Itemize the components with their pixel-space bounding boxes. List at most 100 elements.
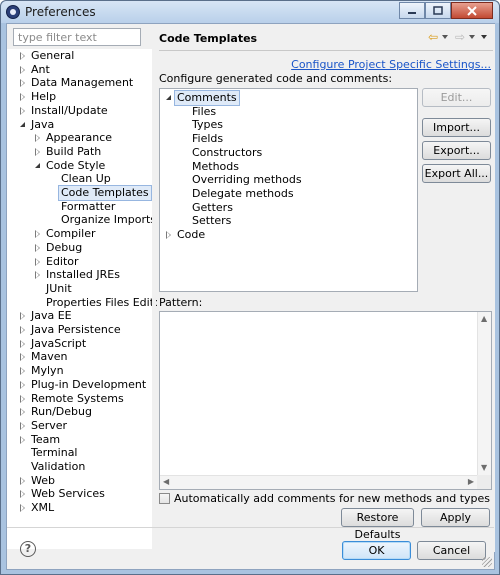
nav-label: Data Management — [31, 76, 134, 90]
nav-label: XML — [31, 501, 55, 515]
collapsed-arrow-icon[interactable] — [20, 435, 25, 444]
export-all-button[interactable]: Export All... — [422, 164, 491, 183]
collapsed-arrow-icon[interactable] — [20, 353, 25, 362]
template-label: Methods — [192, 159, 239, 173]
nav-label: Java EE — [31, 309, 72, 323]
dialog-content: General Ant Data Management Help Install/Upd… — [6, 23, 495, 570]
apply-button[interactable]: Apply — [421, 508, 490, 527]
nav-label: Remote Systems — [31, 391, 124, 405]
title-separator — [159, 50, 493, 51]
nav-label: Validation — [31, 460, 86, 473]
cancel-button[interactable]: Cancel — [417, 541, 486, 560]
collapsed-arrow-icon[interactable] — [20, 394, 25, 403]
nav-label: Run/Debug — [31, 405, 92, 419]
collapsed-arrow-icon[interactable] — [20, 312, 25, 321]
scroll-down-icon[interactable]: ▼ — [481, 464, 487, 472]
collapsed-arrow-icon[interactable] — [35, 243, 40, 252]
scroll-up-icon[interactable]: ▲ — [481, 315, 487, 323]
expanded-arrow-icon[interactable] — [166, 95, 171, 100]
vertical-scrollbar[interactable]: ▲ ▼ — [477, 312, 491, 475]
collapsed-arrow-icon[interactable] — [35, 230, 40, 239]
collapsed-arrow-icon[interactable] — [20, 339, 25, 348]
forward-arrow-icon[interactable]: ⇨ — [453, 31, 467, 43]
scroll-left-icon[interactable]: ◀ — [163, 478, 169, 486]
collapsed-arrow-icon[interactable] — [20, 421, 25, 430]
window-controls — [399, 2, 493, 19]
nav-label: Ant — [31, 62, 50, 76]
nav-label: Team — [31, 432, 61, 446]
maximize-button[interactable] — [425, 2, 451, 19]
eclipse-icon — [6, 5, 20, 19]
template-label: Comments — [174, 90, 240, 106]
nav-label: Appearance — [46, 131, 113, 145]
view-menu-icon[interactable] — [481, 35, 487, 39]
restore-defaults-button[interactable]: Restore Defaults — [341, 508, 414, 541]
collapsed-arrow-icon[interactable] — [35, 147, 40, 156]
preferences-window: Preferences General Ant Data Management Hel… — [0, 0, 500, 575]
pattern-editor[interactable]: ▲ ▼ ◀ ▶ — [159, 311, 492, 490]
collapsed-arrow-icon[interactable] — [20, 326, 25, 334]
collapsed-arrow-icon[interactable] — [20, 380, 25, 389]
horizontal-scrollbar[interactable]: ◀ ▶ — [160, 475, 477, 489]
templates-tree[interactable]: Comments Files Types Fields Constructors Meth… — [159, 88, 418, 292]
nav-label: Compiler — [46, 227, 96, 241]
nav-label: Code Templates — [58, 185, 152, 201]
configure-project-link[interactable]: Configure Project Specific Settings... — [291, 58, 491, 71]
auto-comments-checkbox[interactable] — [159, 492, 170, 504]
nav-label: Mylyn — [31, 364, 64, 378]
close-icon — [467, 5, 477, 16]
forward-dropdown-icon[interactable] — [469, 35, 475, 39]
history-controls: ⇦ ⇨ — [426, 31, 491, 43]
help-icon[interactable]: ? — [20, 541, 36, 557]
expanded-arrow-icon[interactable] — [20, 121, 25, 127]
nav-label: General — [31, 49, 75, 62]
maximize-icon — [433, 6, 443, 15]
close-button[interactable] — [451, 2, 493, 19]
collapsed-arrow-icon[interactable] — [20, 367, 25, 376]
auto-comments-option[interactable]: Automatically add comments for new metho… — [159, 491, 490, 505]
edit-button[interactable]: Edit... — [422, 88, 491, 107]
back-arrow-icon[interactable]: ⇦ — [426, 31, 440, 43]
footer-separator — [7, 527, 494, 528]
pane-sash[interactable] — [152, 24, 156, 552]
collapsed-arrow-icon[interactable] — [20, 490, 25, 499]
nav-label: Properties Files Editor — [46, 295, 166, 309]
filter-input[interactable] — [13, 28, 141, 46]
title-bar[interactable]: Preferences — [1, 1, 499, 23]
import-button[interactable]: Import... — [422, 118, 491, 137]
nav-label: Code Style — [46, 158, 106, 172]
template-label: Constructors — [192, 145, 263, 159]
template-label: Setters — [192, 214, 232, 228]
nav-label: Server — [31, 418, 68, 432]
nav-label: Editor — [46, 254, 79, 268]
nav-label: Help — [31, 90, 57, 104]
preference-tree: General Ant Data Management Help Install/Upd… — [7, 49, 165, 549]
collapsed-arrow-icon[interactable] — [35, 257, 40, 266]
minimize-button[interactable] — [399, 2, 425, 19]
back-dropdown-icon[interactable] — [442, 35, 448, 39]
collapsed-arrow-icon[interactable] — [35, 271, 40, 280]
auto-comments-label: Automatically add comments for new metho… — [174, 491, 491, 505]
collapsed-arrow-icon[interactable] — [20, 79, 25, 88]
code-templates-page: Code Templates ⇦ ⇨ Configure Project Spe… — [157, 24, 495, 552]
nav-label: JUnit — [46, 281, 72, 295]
collapsed-arrow-icon[interactable] — [20, 408, 25, 417]
collapsed-arrow-icon[interactable] — [20, 65, 25, 74]
collapsed-arrow-icon[interactable] — [20, 504, 25, 513]
resize-grip[interactable] — [482, 557, 492, 567]
template-label: Files — [192, 104, 217, 118]
nav-label: Install/Update — [31, 103, 108, 117]
collapsed-arrow-icon[interactable] — [20, 93, 25, 102]
export-button[interactable]: Export... — [422, 141, 491, 160]
nav-label: Java — [31, 117, 55, 131]
collapsed-arrow-icon[interactable] — [20, 476, 25, 485]
ok-button[interactable]: OK — [342, 541, 411, 560]
nav-label: Terminal — [31, 446, 78, 460]
collapsed-arrow-icon[interactable] — [20, 52, 25, 60]
collapsed-arrow-icon[interactable] — [20, 106, 25, 115]
scroll-right-icon[interactable]: ▶ — [468, 478, 474, 486]
collapsed-arrow-icon[interactable] — [35, 134, 40, 143]
nav-label: Debug — [46, 240, 83, 254]
expanded-arrow-icon[interactable] — [35, 162, 40, 168]
collapsed-arrow-icon[interactable] — [166, 231, 171, 239]
